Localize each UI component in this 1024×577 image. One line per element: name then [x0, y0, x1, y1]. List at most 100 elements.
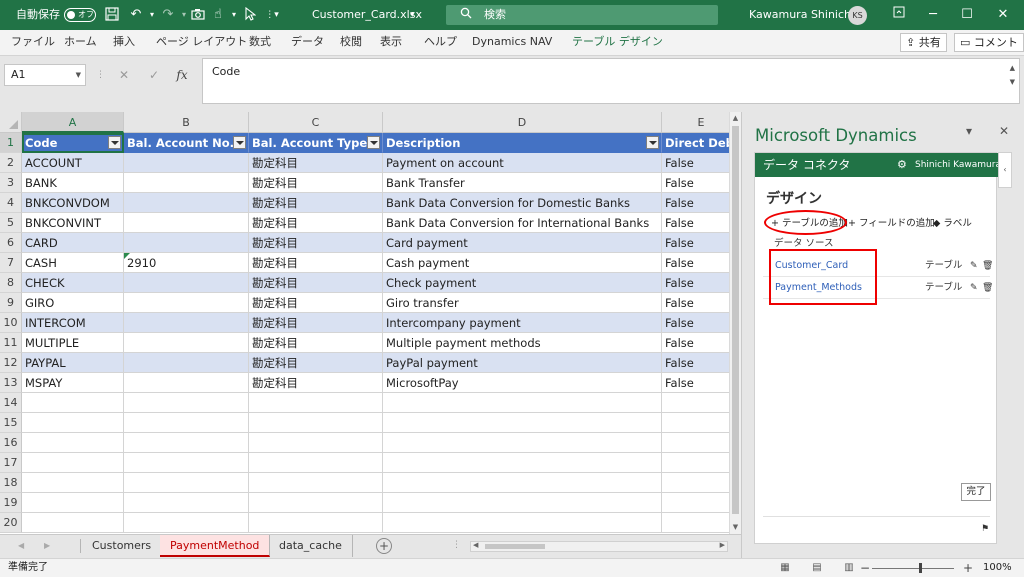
scroll-right-icon[interactable]: ▶	[720, 541, 725, 549]
cell-code[interactable]: CARD	[22, 233, 124, 253]
cell-bal-account-no[interactable]	[124, 393, 249, 413]
row-header[interactable]: 16	[0, 433, 22, 453]
minimize-icon[interactable]: ─	[916, 0, 950, 30]
row-header[interactable]: 10	[0, 313, 22, 333]
comment-button[interactable]: ▭ コメント	[954, 33, 1024, 52]
cell-bal-account-no[interactable]	[124, 293, 249, 313]
column-header-a[interactable]: A	[22, 112, 124, 133]
cell-description[interactable]: Multiple payment methods	[383, 333, 662, 353]
gear-icon[interactable]: ⚙	[897, 153, 907, 177]
chevron-down-icon[interactable]: ▼	[76, 65, 81, 85]
cell-description[interactable]: Payment on account	[383, 153, 662, 173]
cell-code[interactable]: BNKCONVDOM	[22, 193, 124, 213]
tab-formulas[interactable]: 数式	[249, 30, 271, 54]
page-break-view-icon[interactable]: ▥	[842, 562, 856, 574]
tab-help[interactable]: ヘルプ	[424, 30, 457, 54]
insert-function-button[interactable]: fx	[170, 64, 194, 86]
cell-description[interactable]	[383, 453, 662, 473]
cell-code[interactable]: INTERCOM	[22, 313, 124, 333]
close-icon[interactable]: ✕	[986, 0, 1020, 30]
select-all-corner[interactable]	[0, 112, 22, 133]
cell-bal-account-no[interactable]	[124, 213, 249, 233]
cell-bal-account-no[interactable]	[124, 353, 249, 373]
filter-dropdown-icon[interactable]	[646, 136, 659, 149]
cell-code[interactable]: BNKCONVINT	[22, 213, 124, 233]
collapse-formula-bar-icon[interactable]: ▲ ▼	[1010, 61, 1015, 89]
row-header[interactable]: 2	[0, 153, 22, 173]
scroll-up-icon[interactable]: ▲	[730, 112, 741, 124]
cell-bal-account-type[interactable]	[249, 393, 383, 413]
cell-bal-account-type[interactable]	[249, 433, 383, 453]
cell-description[interactable]	[383, 433, 662, 453]
row-header[interactable]: 15	[0, 413, 22, 433]
tab-dynamics-nav[interactable]: Dynamics NAV	[472, 30, 552, 54]
row-header[interactable]: 19	[0, 493, 22, 513]
tab-file[interactable]: ファイル	[11, 30, 55, 54]
worksheet-grid[interactable]: A B C D E 1 2 3 4 5 6 7 8 9 10 11 12 13 14 15 16 17 18 19 2…	[0, 112, 741, 534]
redo-icon[interactable]: ↷	[160, 7, 176, 23]
sheet-next-icon[interactable]: ▶	[44, 535, 50, 557]
cell-code[interactable]: CASH	[22, 253, 124, 273]
cell-bal-account-no[interactable]	[124, 473, 249, 493]
cell-bal-account-type[interactable]: 勘定科目	[249, 173, 383, 193]
user-name[interactable]: Kawamura Shinichi	[749, 0, 854, 30]
cell-description[interactable]	[383, 473, 662, 493]
tab-page-layout[interactable]: ページ レイアウト	[156, 30, 247, 54]
zoom-level[interactable]: 100%	[983, 559, 1012, 577]
cell-code[interactable]	[22, 413, 124, 433]
cell-description[interactable]: PayPal payment	[383, 353, 662, 373]
cell-bal-account-type[interactable]: 勘定科目	[249, 353, 383, 373]
cell-bal-account-type[interactable]: 勘定科目	[249, 373, 383, 393]
row-header[interactable]: 5	[0, 213, 22, 233]
filter-dropdown-icon[interactable]	[367, 136, 380, 149]
add-field-button[interactable]: + フィールドの追加	[848, 217, 935, 231]
cell-bal-account-type[interactable]: 勘定科目	[249, 213, 383, 233]
flag-icon[interactable]: ⚑	[981, 524, 989, 534]
cell-bal-account-no[interactable]	[124, 173, 249, 193]
restore-icon[interactable]: ☐	[950, 0, 984, 30]
cell-description[interactable]: MicrosoftPay	[383, 373, 662, 393]
header-cell-bal-account-no[interactable]: Bal. Account No.	[124, 133, 249, 153]
header-cell-description[interactable]: Description	[383, 133, 662, 153]
cell-code[interactable]: CHECK	[22, 273, 124, 293]
row-header[interactable]: 11	[0, 333, 22, 353]
cell-bal-account-type[interactable]: 勘定科目	[249, 233, 383, 253]
cell-code[interactable]: BANK	[22, 173, 124, 193]
tab-insert[interactable]: 挿入	[113, 30, 135, 54]
sheet-tab-customers[interactable]: Customers	[82, 535, 163, 557]
scroll-down-icon[interactable]: ▼	[730, 521, 741, 533]
cell-description[interactable]: Check payment	[383, 273, 662, 293]
cell-bal-account-no[interactable]	[124, 333, 249, 353]
tab-home[interactable]: ホーム	[64, 30, 97, 54]
scroll-thumb[interactable]	[732, 126, 739, 514]
enter-button[interactable]: ✓	[142, 64, 166, 86]
camera-icon[interactable]	[190, 7, 206, 23]
pane-options-icon[interactable]: ▾	[966, 124, 972, 138]
column-header-c[interactable]: C	[249, 112, 383, 133]
undo-icon[interactable]: ↶	[128, 7, 144, 23]
filter-dropdown-icon[interactable]	[108, 136, 121, 149]
cell-bal-account-no[interactable]	[124, 153, 249, 173]
pane-close-icon[interactable]: ✕	[999, 124, 1009, 138]
cell-description[interactable]	[383, 513, 662, 533]
normal-view-icon[interactable]: ▦	[778, 562, 792, 574]
header-cell-code[interactable]: Code	[22, 133, 124, 153]
cell-code[interactable]: MULTIPLE	[22, 333, 124, 353]
customize-toolbar-icon[interactable]: ⋮▾	[264, 7, 280, 23]
name-box[interactable]: A1 ▼	[4, 64, 86, 86]
file-name[interactable]: Customer_Card.xlsx	[312, 0, 422, 30]
cell-description[interactable]: Cash payment	[383, 253, 662, 273]
undo-dropdown-icon[interactable]: ▾	[144, 7, 160, 23]
cell-bal-account-no[interactable]	[124, 433, 249, 453]
cell-bal-account-no[interactable]	[124, 373, 249, 393]
cell-bal-account-type[interactable]	[249, 493, 383, 513]
cell-bal-account-no[interactable]	[124, 233, 249, 253]
cell-bal-account-no[interactable]	[124, 493, 249, 513]
cell-code[interactable]: PAYPAL	[22, 353, 124, 373]
avatar[interactable]: KS	[848, 6, 867, 25]
touch-mode-icon[interactable]: ☝	[210, 7, 226, 23]
done-button[interactable]: 完了	[961, 483, 991, 501]
sheet-prev-icon[interactable]: ◀	[18, 535, 24, 557]
cell-bal-account-type[interactable]	[249, 473, 383, 493]
cell-bal-account-no[interactable]	[124, 273, 249, 293]
